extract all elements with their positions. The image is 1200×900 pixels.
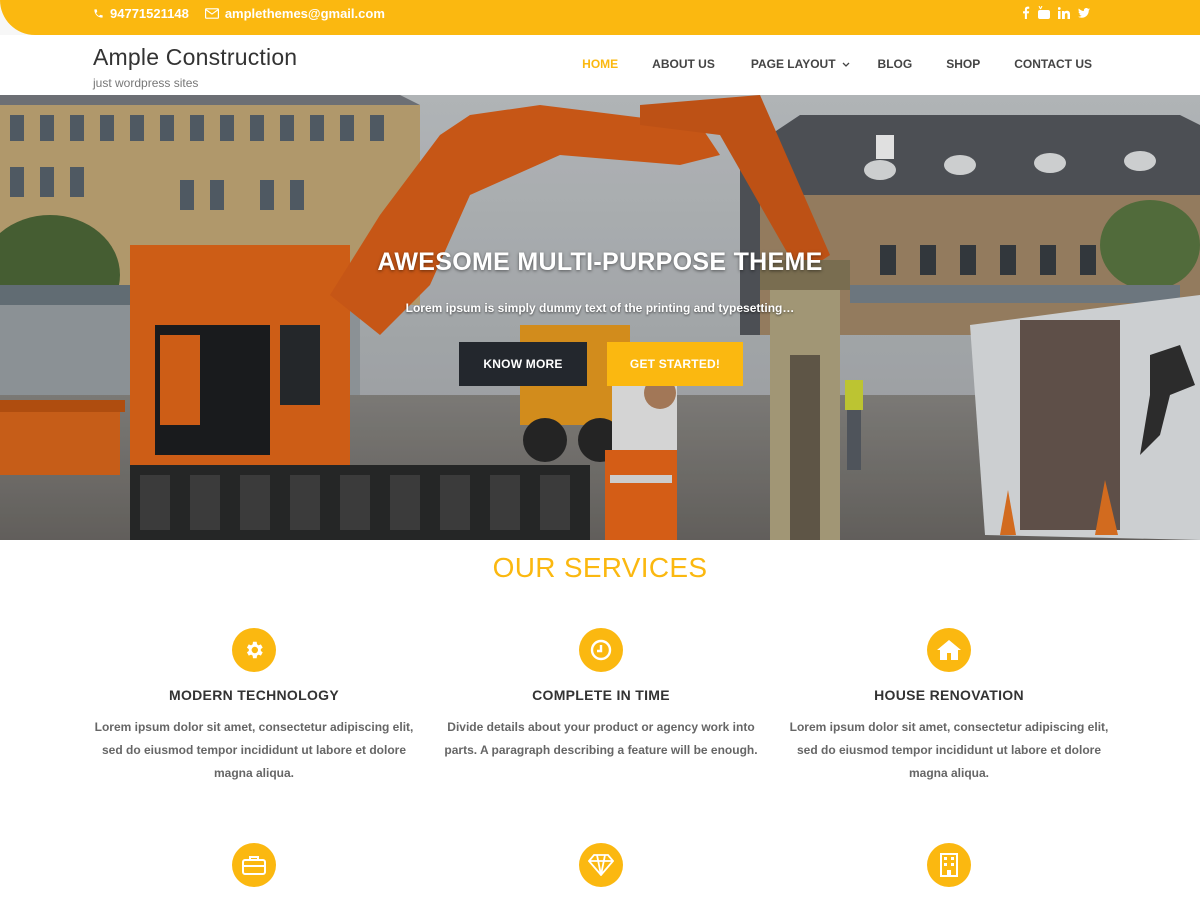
twitter-icon[interactable] (1078, 7, 1090, 18)
home-icon (927, 628, 971, 672)
clock-icon (579, 628, 623, 672)
nav-item-blog[interactable]: BLOG (878, 57, 913, 71)
facebook-icon[interactable] (1022, 6, 1030, 19)
topbar: 94771521148 amplethemes@gmail.com (0, 0, 1200, 35)
email-text: amplethemes@gmail.com (224, 5, 385, 21)
service-card (436, 843, 766, 887)
service-description: Divide details about your product or age… (444, 720, 758, 757)
site-header: Ample Construction just wordpress sites … (0, 35, 1200, 95)
hero-slider: AWESOME MULTI-PURPOSE THEME Lorem ipsum … (0, 95, 1200, 540)
service-description: Lorem ipsum dolor sit amet, consectetur … (789, 720, 1109, 780)
chevron-down-icon (842, 57, 850, 71)
nav-item-page-layout-label: PAGE LAYOUT (750, 57, 836, 71)
service-card: COMPLETE IN TIME Divide details about yo… (436, 628, 766, 762)
phone-contact[interactable]: 94771521148 (93, 6, 189, 21)
service-card (784, 843, 1114, 887)
know-more-button[interactable]: KNOW MORE (459, 342, 587, 386)
service-card: MODERN TECHNOLOGY Lorem ipsum dolor sit … (89, 628, 419, 785)
building-icon (927, 843, 971, 887)
site-title[interactable]: Ample Construction (93, 44, 297, 71)
get-started-button[interactable]: GET STARTED! (607, 342, 743, 386)
nav-item-home[interactable]: HOME (582, 57, 618, 71)
nav-item-shop[interactable]: SHOP (946, 57, 980, 71)
phone-icon (93, 8, 104, 19)
briefcase-icon (232, 843, 276, 887)
envelope-icon (204, 7, 219, 19)
nav-item-page-layout[interactable]: PAGE LAYOUT (751, 57, 850, 71)
hero-subtitle: Lorem ipsum is simply dummy text of the … (405, 301, 795, 315)
hero-background-image (0, 95, 1200, 540)
email-contact[interactable]: amplethemes@gmail.com (204, 5, 385, 21)
service-card (89, 843, 419, 887)
nav-item-about-us[interactable]: ABOUT US (652, 57, 715, 71)
services-heading: OUR SERVICES (492, 552, 708, 583)
social-links (1022, 6, 1090, 19)
top-contact: 94771521148 amplethemes@gmail.com (93, 0, 385, 26)
linkedin-icon[interactable] (1058, 6, 1070, 19)
service-title: HOUSE RENOVATION (874, 687, 1024, 703)
service-title: COMPLETE IN TIME (532, 687, 670, 703)
diamond-icon (579, 843, 623, 887)
phone-text: 94771521148 (110, 5, 189, 21)
service-title: MODERN TECHNOLOGY (169, 687, 339, 703)
nav-item-contact-us[interactable]: CONTACT US (1014, 57, 1092, 71)
youtube-icon[interactable] (1038, 6, 1050, 19)
hero-title: AWESOME MULTI-PURPOSE THEME (377, 248, 823, 276)
service-description: Lorem ipsum dolor sit amet, consectetur … (94, 720, 414, 780)
service-card: HOUSE RENOVATION Lorem ipsum dolor sit a… (784, 628, 1114, 785)
main-nav: HOME ABOUT US PAGE LAYOUT BLOG SHOP CONT… (582, 57, 1092, 71)
gear-icon (232, 628, 276, 672)
site-tagline: just wordpress sites (93, 76, 199, 90)
